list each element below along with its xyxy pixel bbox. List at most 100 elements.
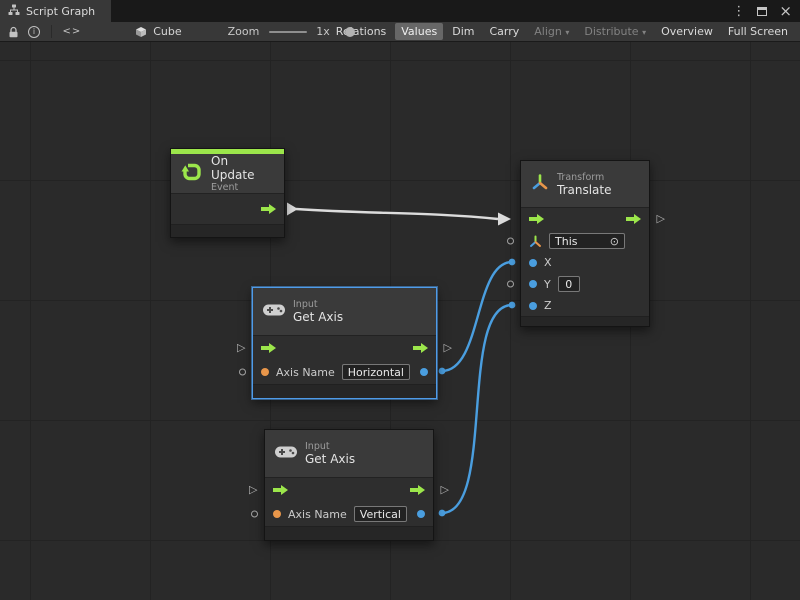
transform-mini-icon [529, 235, 542, 248]
node-title: Get Axis [305, 452, 355, 466]
this-row: This ⊙ [521, 230, 649, 252]
axis-name-port[interactable] [261, 368, 269, 376]
zoom-slider-handle[interactable] [345, 27, 355, 37]
exec-connector-icon[interactable]: ▷ [657, 213, 665, 224]
node-on-update[interactable]: On Update Event [170, 148, 285, 238]
relations-button[interactable]: Relations [330, 23, 393, 40]
tab-script-graph[interactable]: Script Graph [0, 0, 111, 22]
exec-input-port[interactable] [273, 485, 288, 495]
this-field-label: This [555, 235, 577, 248]
fullscreen-button[interactable]: Full Screen [722, 23, 794, 40]
axis-name-port[interactable] [273, 510, 281, 518]
wire-endpoint [439, 368, 446, 375]
node-footer [521, 316, 649, 326]
tab-title: Script Graph [26, 5, 95, 18]
values-button[interactable]: Values [395, 23, 443, 40]
graph-toolbar: i <> Cube Zoom 1x Relations Values Dim C… [0, 22, 800, 42]
axis-name-row: Axis Name Vertical [265, 502, 433, 526]
cube-icon [135, 26, 147, 38]
overview-button[interactable]: Overview [655, 23, 719, 40]
y-port[interactable] [529, 280, 537, 288]
node-subtitle: Event [211, 182, 274, 193]
exec-output-port[interactable] [413, 343, 428, 353]
lock-icon[interactable] [8, 26, 19, 38]
zoom-slider-track [269, 31, 307, 33]
this-port[interactable] [507, 238, 514, 245]
node-title: Translate [557, 183, 612, 197]
node-category: Transform [557, 172, 612, 183]
z-row: Z [521, 295, 649, 316]
info-glyph: i [33, 27, 35, 36]
exec-row: ▷ [521, 208, 649, 230]
y-port-outer[interactable] [507, 281, 514, 288]
carry-button[interactable]: Carry [483, 23, 525, 40]
graph-canvas[interactable]: On Update Event Transform Translate ▷ [0, 42, 800, 600]
horizontal-value-wire[interactable] [442, 262, 512, 371]
node-category: Input [305, 441, 355, 452]
info-icon[interactable]: i [28, 26, 40, 38]
y-label: Y [544, 278, 551, 291]
dropdown-arrow-icon: ▾ [642, 28, 646, 37]
axis-name-port-outer[interactable] [239, 369, 246, 376]
exec-row: ▷ ▷ [253, 336, 436, 360]
node-header: Input Get Axis [265, 430, 433, 478]
exec-output-port[interactable] [626, 214, 641, 224]
transform-icon [531, 173, 549, 195]
node-translate[interactable]: Transform Translate ▷ This ⊙ X [520, 160, 650, 327]
wire-endpoint [509, 302, 516, 309]
wire-endpoint [509, 259, 516, 266]
dim-button[interactable]: Dim [446, 23, 480, 40]
exec-connector-icon[interactable]: ▷ [444, 342, 452, 353]
window-controls: ⋮ × [732, 0, 800, 22]
x-label: X [544, 256, 552, 269]
axis-name-port-outer[interactable] [251, 511, 258, 518]
target-picker-icon[interactable]: ⊙ [610, 235, 619, 248]
node-title: On Update [211, 154, 274, 182]
wire-endpoint [439, 510, 446, 517]
node-header: Input Get Axis [253, 288, 436, 336]
axis-name-field[interactable]: Horizontal [342, 364, 410, 380]
result-port[interactable] [417, 510, 425, 518]
x-port[interactable] [529, 259, 537, 267]
z-port[interactable] [529, 302, 537, 310]
zoom-slider[interactable] [269, 26, 307, 38]
exec-connector-icon[interactable]: ▷ [249, 484, 257, 495]
distribute-label: Distribute [584, 25, 638, 38]
window-menu-icon[interactable]: ⋮ [732, 5, 745, 18]
exec-row: ▷ ▷ [265, 478, 433, 502]
axis-name-label: Axis Name [276, 366, 335, 379]
node-header: Transform Translate [521, 161, 649, 208]
axis-name-label: Axis Name [288, 508, 347, 521]
node-get-axis-vertical[interactable]: Input Get Axis ▷ ▷ Axis Name Vertical [264, 429, 434, 541]
exec-output-port[interactable] [410, 485, 425, 495]
gamepad-icon [263, 302, 285, 321]
zoom-label: Zoom [228, 25, 260, 38]
node-footer [253, 384, 436, 398]
exec-connector-icon[interactable]: ▷ [441, 484, 449, 495]
node-footer [265, 526, 433, 540]
exec-connector-icon[interactable]: ▷ [237, 342, 245, 353]
vertical-value-wire[interactable] [442, 305, 512, 513]
align-dropdown[interactable]: Align ▾ [528, 23, 575, 40]
result-port[interactable] [420, 368, 428, 376]
node-get-axis-horizontal[interactable]: Input Get Axis ▷ ▷ Axis Name Horizontal [252, 287, 437, 399]
align-label: Align [534, 25, 562, 38]
node-category: Input [293, 299, 343, 310]
window-close-icon[interactable]: × [779, 4, 792, 19]
this-field[interactable]: This ⊙ [549, 233, 625, 249]
window-maximize-icon[interactable] [757, 7, 767, 16]
y-row: Y 0 [521, 273, 649, 295]
distribute-dropdown[interactable]: Distribute ▾ [578, 23, 652, 40]
exec-input-port[interactable] [261, 343, 276, 353]
exec-wire[interactable] [296, 209, 498, 219]
y-value-field[interactable]: 0 [558, 276, 580, 292]
gamepad-icon [275, 444, 297, 463]
code-view-icon[interactable]: <> [62, 26, 81, 37]
exec-input-port[interactable] [529, 214, 544, 224]
zoom-value: 1x [316, 25, 330, 38]
exec-output-port[interactable] [261, 204, 276, 214]
graph-target-label[interactable]: Cube [153, 25, 181, 38]
dropdown-arrow-icon: ▾ [565, 28, 569, 37]
on-update-icon [181, 161, 203, 187]
axis-name-field[interactable]: Vertical [354, 506, 407, 522]
